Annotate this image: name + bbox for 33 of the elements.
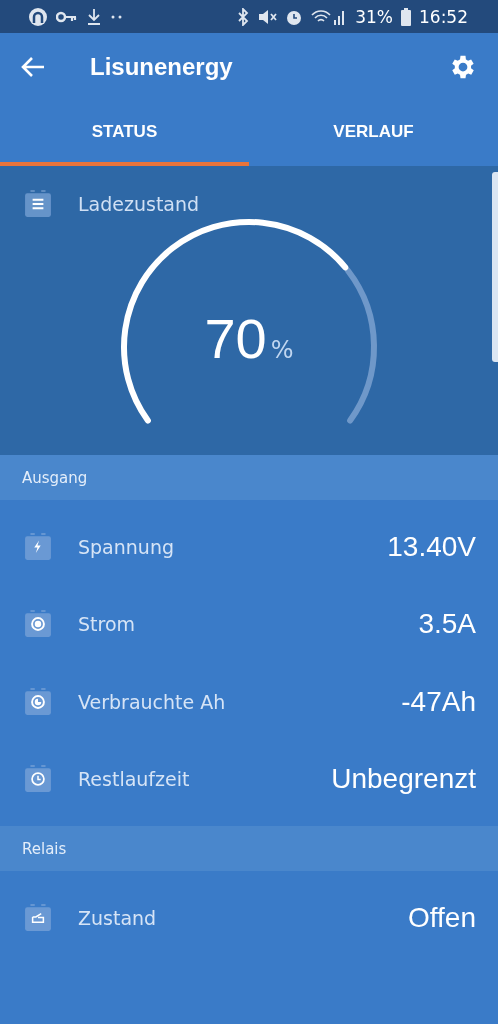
row-label: Spannung (78, 535, 175, 558)
more-icon (110, 13, 124, 20)
row-label: Strom (78, 613, 137, 636)
back-icon[interactable] (20, 54, 46, 79)
row-value: Unbegrenzt (331, 763, 476, 796)
battery-percent: 31% (355, 6, 393, 27)
section-header: Ausgang (22, 468, 88, 487)
row-value: Offen (408, 901, 476, 934)
gauge-label: Ladezustand (78, 193, 200, 215)
mute-icon (257, 7, 278, 26)
gauge-value: 70 (204, 306, 267, 371)
app-title: Lisunenergy (90, 52, 234, 81)
battery-icon (24, 687, 52, 716)
battery-icon (24, 610, 52, 639)
app-icon (28, 6, 48, 27)
bluetooth-icon (237, 7, 250, 26)
list-icon (24, 190, 52, 218)
key-icon (56, 9, 78, 24)
download-icon (86, 7, 102, 26)
battery-icon (401, 7, 411, 26)
battery-icon (24, 765, 52, 794)
gauge-unit: % (270, 336, 294, 364)
clock: 16:52 (419, 6, 468, 27)
row-value: 3.5A (418, 608, 476, 641)
tab[interactable]: VERLAUF (249, 100, 498, 166)
row-value: 13.40V (387, 530, 476, 563)
section-header: Relais (22, 839, 67, 858)
row-label: Verbrauchte Ah (78, 690, 227, 713)
battery-icon (24, 903, 52, 932)
row-label: Restlaufzeit (78, 768, 191, 791)
row-value: -47Ah (401, 685, 476, 718)
battery-icon (24, 532, 52, 561)
row-label: Zustand (78, 906, 158, 929)
